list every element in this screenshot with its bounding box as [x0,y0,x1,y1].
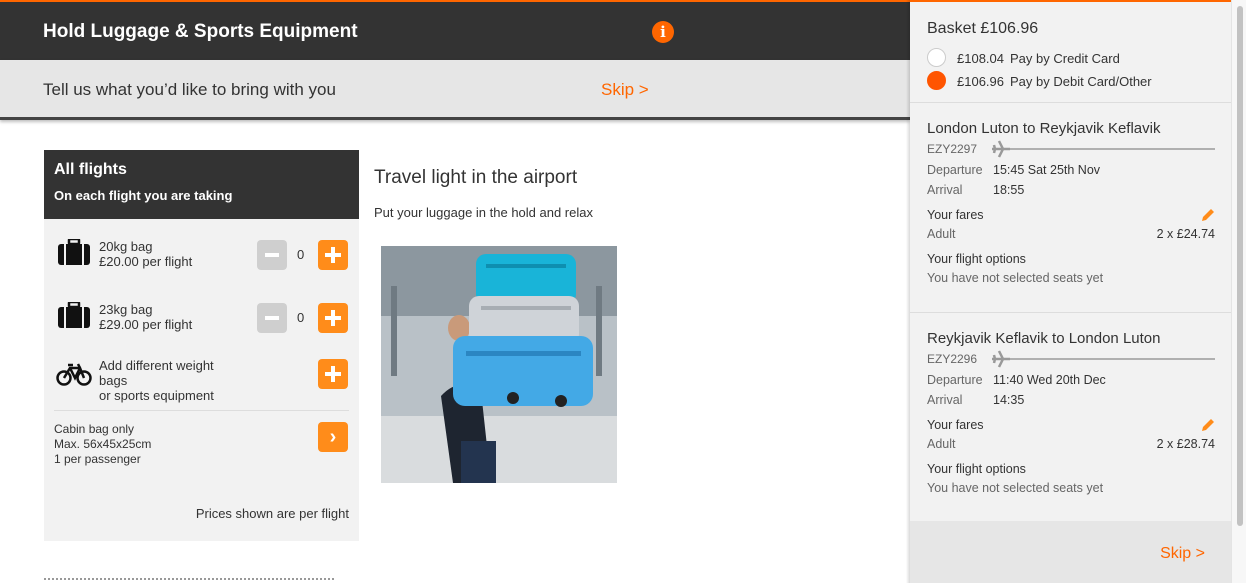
decrease-23kg-button[interactable] [257,303,287,333]
departure-value: 11:40 Wed 20th Dec [993,373,1106,387]
departure-label: Departure [927,163,983,177]
flight-options-text: You have not selected seats yet [927,271,1104,285]
luggage-photo [381,246,617,483]
basket-skip-link[interactable]: Skip > [1160,545,1205,563]
prices-note: Prices shown are per flight [195,506,349,521]
add-sports-equipment-button[interactable] [318,359,348,389]
bicycle-icon [56,363,92,386]
decrease-20kg-button[interactable] [257,240,287,270]
bag-row-20kg: 20kg bag £20.00 per flight 0 [44,219,359,282]
suitcase-icon [58,239,90,265]
fares-label: Your fares [927,208,984,222]
panel-title: All flights [54,161,127,178]
panel-header: All flights On each flight you are takin… [44,150,359,219]
flight-code: EZY2297 [927,142,978,156]
cabin-bag-row: Cabin bag only Max. 56x45x25cm 1 per pas… [44,411,359,491]
cabin-bag-next-button[interactable]: › [318,422,348,452]
sports-line: bags [99,373,128,388]
flight-summary-outbound: London Luton to Reykjavik Keflavik EZY22… [927,120,1215,290]
payment-label: Pay by Debit Card/Other [1010,74,1152,89]
departure-value: 15:45 Sat 25th Nov [993,163,1101,177]
departure-label: Departure [927,373,983,387]
flight-options-label: Your flight options [927,462,1026,476]
subheader-bar: Tell us what you’d like to bring with yo… [0,60,910,120]
flight-options-label: Your flight options [927,252,1026,266]
skip-link[interactable]: Skip > [601,80,649,100]
bag-description: 23kg bag £29.00 per flight [99,302,192,332]
flight-options-text: You have not selected seats yet [927,481,1104,495]
passenger-type: Adult [927,227,956,241]
bag-quantity: 0 [297,310,305,325]
basket-footer: Skip > [910,521,1231,583]
info-icon[interactable]: i [652,21,674,43]
edit-pencil-icon[interactable] [1200,208,1215,223]
arrival-value: 14:35 [993,393,1025,407]
increase-23kg-button[interactable] [318,303,348,333]
bag-name: 23kg bag [99,302,153,317]
fare-amount: 2 x £24.74 [1156,227,1215,241]
divider [910,312,1231,313]
edit-pencil-icon[interactable] [1200,418,1215,433]
bag-price: £20.00 per flight [99,254,193,269]
payment-amount: £108.04 [957,51,1004,66]
arrival-value: 18:55 [993,183,1025,197]
cabin-line: Max. 56x45x25cm [54,437,152,451]
cabin-line: 1 per passenger [54,452,141,466]
flight-summary-return: Reykjavik Keflavik to London Luton EZY22… [927,330,1215,500]
sports-description: Add different weight bags or sports equi… [99,358,214,403]
suitcase-icon [58,302,90,328]
scrollbar-thumb[interactable] [1237,6,1243,526]
sports-line: or sports equipment [99,388,214,403]
bag-quantity: 0 [297,247,305,262]
basket-title: Basket £106.96 [927,20,1039,37]
luggage-illustration [381,246,617,483]
page-title: Hold Luggage & Sports Equipment [43,21,358,42]
payment-label: Pay by Credit Card [1010,51,1120,66]
radio-unselected[interactable] [927,48,946,67]
content-title: Travel light in the airport [374,167,578,188]
bag-description: 20kg bag £20.00 per flight [99,239,192,269]
sports-equipment-row: Add different weight bags or sports equi… [54,345,349,411]
radio-selected[interactable] [927,71,946,90]
arrival-label: Arrival [927,183,963,197]
cabin-line: Cabin bag only [54,422,135,436]
sports-line: Add different weight [99,358,214,373]
cabin-bag-description: Cabin bag only Max. 56x45x25cm 1 per pas… [54,422,151,467]
divider [910,102,1231,103]
scrollbar[interactable] [1231,0,1246,583]
flight-route: Reykjavik Keflavik to London Luton [927,330,1161,347]
fares-label: Your fares [927,418,984,432]
bag-name: 20kg bag [99,239,153,254]
page: Hold Luggage & Sports Equipment i Tell u… [0,0,1246,583]
bottom-divider [44,578,334,580]
plane-icon [992,350,1215,368]
flight-route: London Luton to Reykjavik Keflavik [927,120,1161,137]
passenger-type: Adult [927,437,956,451]
basket-sidebar: Basket £106.96 £108.04 Pay by Credit Car… [910,0,1231,583]
page-header: Hold Luggage & Sports Equipment i [0,0,910,60]
content-subtitle: Put your luggage in the hold and relax [374,205,593,220]
bag-price: £29.00 per flight [99,317,193,332]
fare-amount: 2 x £28.74 [1156,437,1215,451]
plane-icon [992,140,1215,158]
payment-amount: £106.96 [957,74,1004,89]
luggage-panel: All flights On each flight you are takin… [44,150,359,541]
arrival-label: Arrival [927,393,963,407]
increase-20kg-button[interactable] [318,240,348,270]
bag-row-23kg: 23kg bag £29.00 per flight 0 [44,282,359,345]
panel-subtitle: On each flight you are taking [54,188,233,203]
subheader-text: Tell us what you’d like to bring with yo… [43,80,336,99]
flight-code: EZY2296 [927,352,978,366]
